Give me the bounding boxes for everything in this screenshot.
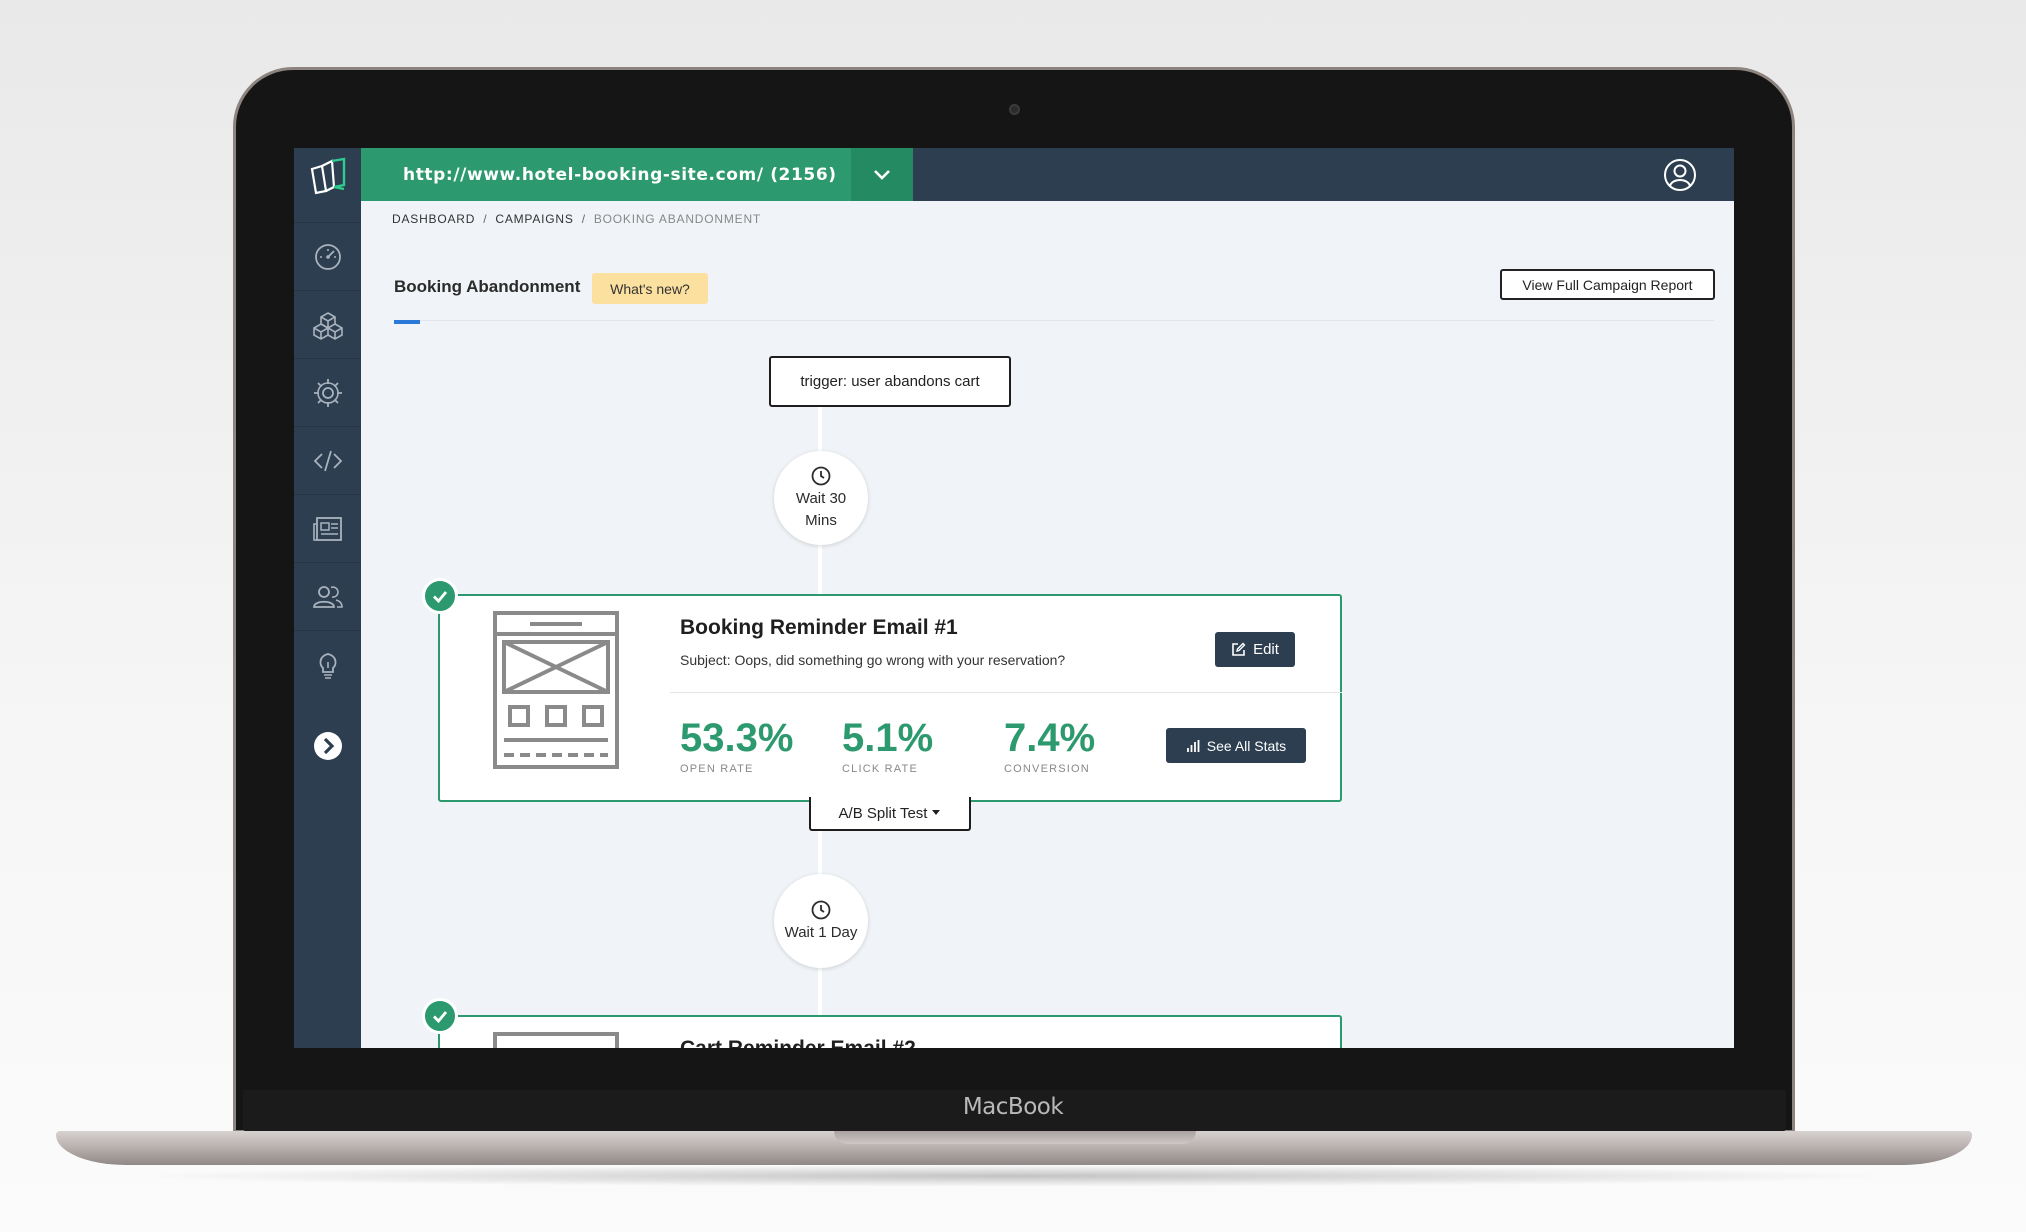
breadcrumb: DASHBOARD / CAMPAIGNS / BOOKING ABANDONMENT — [392, 212, 767, 226]
edit-icon — [1232, 642, 1246, 656]
breadcrumb-campaigns[interactable]: CAMPAIGNS — [495, 212, 573, 226]
sidebar-item-code[interactable] — [294, 426, 361, 494]
newsletter-icon — [312, 516, 342, 541]
active-tab-indicator — [394, 320, 420, 324]
dashboard-gauge-icon — [314, 243, 341, 270]
email-template-thumbnail-icon — [493, 611, 619, 769]
boxes-icon — [312, 311, 343, 340]
wait-label-line2: Mins — [805, 511, 837, 529]
sidebar-item-dashboard[interactable] — [294, 222, 361, 290]
breadcrumb-separator: / — [483, 212, 488, 226]
users-icon — [312, 585, 343, 608]
wait-node-30-mins[interactable]: Wait 30 Mins — [774, 451, 868, 545]
caret-down-icon — [932, 810, 941, 815]
stat-open-rate: 53.3% OPEN RATE — [680, 718, 793, 775]
header-divider — [394, 320, 1714, 321]
expand-arrow-icon — [313, 732, 342, 760]
laptop-brand-label: MacBook — [962, 1094, 1064, 1120]
wait-label-line1: Wait 30 — [795, 489, 847, 507]
view-full-report-button[interactable]: View Full Campaign Report — [1500, 269, 1715, 300]
email-sent-check-icon — [422, 998, 458, 1034]
app-screen: http://www.hotel-booking-site.com/ (2156… — [294, 148, 1734, 1048]
wait-node-1-day[interactable]: Wait 1 Day — [774, 874, 868, 968]
lightbulb-icon — [319, 652, 336, 679]
email-card[interactable]: Booking Reminder Email #1 Subject: Oops,… — [438, 594, 1342, 802]
stat-value: 5.1% — [842, 716, 934, 760]
email-sent-check-icon — [422, 578, 458, 614]
clock-icon — [811, 900, 831, 919]
laptop-notch — [834, 1131, 1196, 1144]
stat-label: CONVERSION — [1004, 763, 1090, 775]
breadcrumb-dashboard[interactable]: DASHBOARD — [392, 212, 475, 226]
see-all-stats-button[interactable]: See All Stats — [1166, 728, 1306, 763]
edit-label: Edit — [1253, 641, 1279, 658]
email-title: Booking Reminder Email #1 — [680, 616, 958, 639]
stat-label: CLICK RATE — [842, 763, 918, 775]
sidebar-item-ideas[interactable] — [294, 630, 361, 698]
app-logo[interactable] — [294, 148, 361, 201]
site-selector-dropdown-button[interactable] — [851, 148, 913, 201]
stat-click-rate: 5.1% CLICK RATE — [842, 718, 933, 775]
site-selector[interactable]: http://www.hotel-booking-site.com/ (2156… — [361, 148, 851, 201]
stat-value: 53.3% — [680, 716, 794, 760]
gear-icon — [313, 378, 342, 407]
stat-conversion: 7.4% CONVERSION — [1004, 718, 1095, 775]
email-subject: Subject: Oops, did something go wrong wi… — [680, 652, 1066, 668]
sidebar-item-users[interactable] — [294, 562, 361, 630]
clock-icon — [811, 466, 831, 485]
logo-icon — [310, 157, 345, 194]
sidebar-expand-button[interactable] — [294, 712, 361, 780]
email-template-thumbnail-icon — [493, 1032, 619, 1048]
breadcrumb-current: BOOKING ABANDONMENT — [593, 212, 762, 226]
edit-email-button[interactable]: Edit — [1215, 632, 1295, 667]
chevron-down-icon — [874, 169, 890, 180]
whats-new-badge[interactable]: What's new? — [592, 273, 708, 304]
wait-label-line1: Wait 1 Day — [784, 923, 858, 941]
camera — [1009, 104, 1020, 115]
user-account-icon[interactable] — [1663, 158, 1697, 192]
laptop-shadow — [120, 1165, 1906, 1187]
stat-label: OPEN RATE — [680, 763, 754, 775]
topbar: http://www.hotel-booking-site.com/ (2156… — [361, 148, 1734, 201]
sidebar-item-newsletters[interactable] — [294, 494, 361, 562]
email-title: Cart Reminder Email #2 — [680, 1037, 916, 1048]
ab-split-test-label: A/B Split Test — [838, 804, 928, 822]
breadcrumb-separator: / — [581, 212, 586, 226]
stat-value: 7.4% — [1004, 716, 1096, 760]
card-divider — [670, 692, 1342, 693]
email-card[interactable]: Cart Reminder Email #2 — [438, 1015, 1342, 1048]
sidebar-item-products[interactable] — [294, 290, 361, 358]
sidebar-item-settings[interactable] — [294, 358, 361, 426]
see-all-stats-label: See All Stats — [1206, 737, 1287, 754]
sidebar — [294, 148, 361, 1048]
code-icon — [313, 450, 342, 471]
ab-split-test-dropdown[interactable]: A/B Split Test — [809, 797, 971, 831]
trigger-node[interactable]: trigger: user abandons cart — [769, 356, 1011, 407]
bar-chart-icon — [1186, 739, 1200, 752]
page-title: Booking Abandonment — [394, 277, 581, 296]
